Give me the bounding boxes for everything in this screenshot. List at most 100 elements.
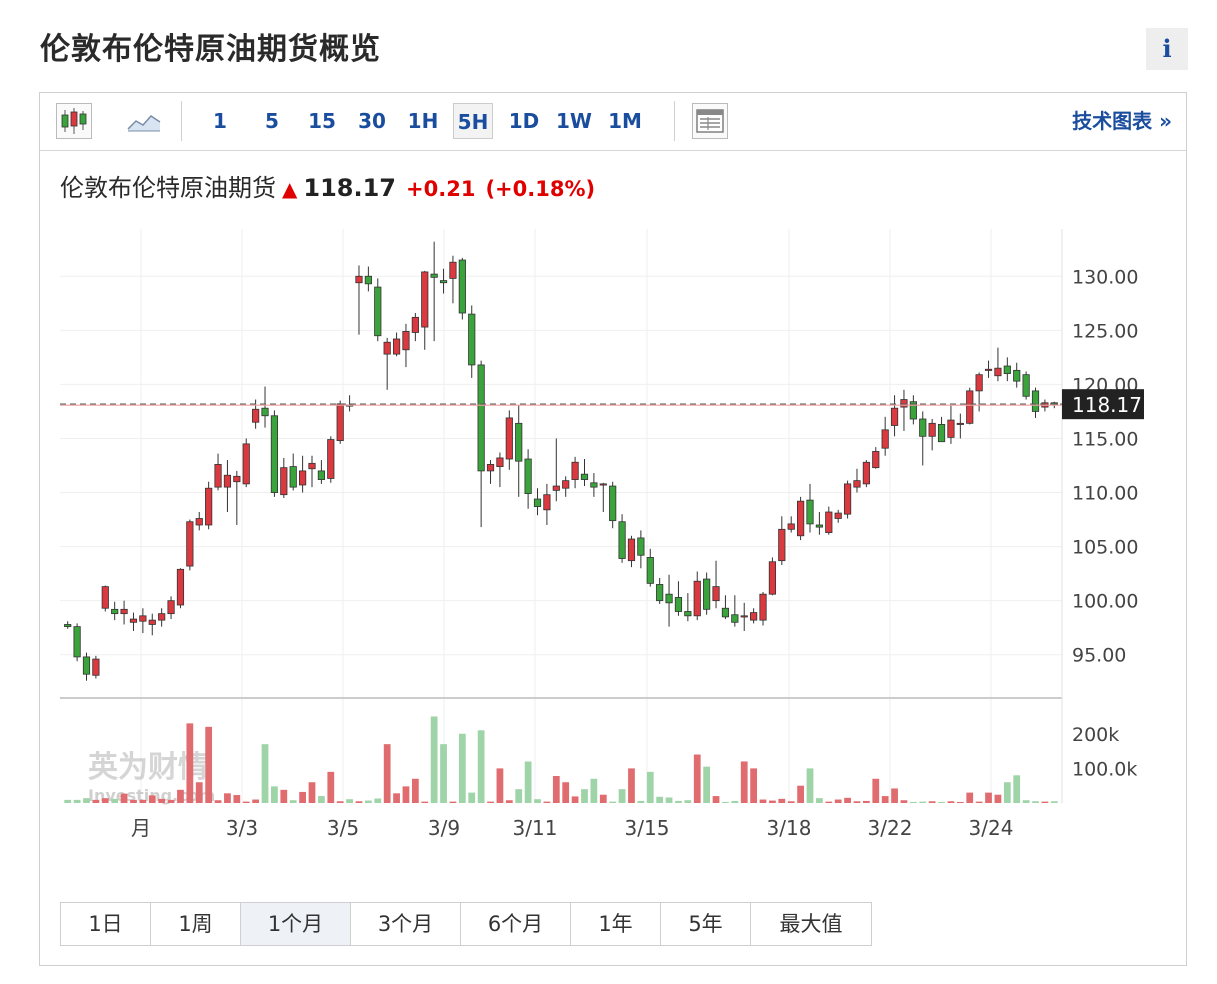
volume-bar	[1032, 801, 1039, 803]
candle-body	[890, 407, 899, 426]
candle-body	[665, 593, 673, 604]
candle-body	[937, 424, 946, 443]
volume-bar	[693, 754, 701, 803]
volume-bar	[966, 792, 974, 803]
volume-bar	[336, 801, 344, 803]
volume-bar	[599, 794, 607, 803]
range-5y[interactable]: 5年	[661, 903, 751, 945]
date-tick-label: 3/11	[513, 816, 558, 840]
range-1y[interactable]: 1年	[571, 903, 661, 945]
price-tick-label: 100.00	[1072, 591, 1138, 613]
candle-body	[834, 512, 842, 519]
volume-bar	[64, 799, 72, 803]
last-price-tag-label: 118.17	[1072, 393, 1142, 417]
candle-body	[759, 593, 767, 621]
price-tick-label: 105.00	[1072, 537, 1138, 559]
candle-body	[843, 483, 852, 515]
volume-bar	[656, 796, 664, 803]
candle-body	[881, 429, 889, 449]
range-6m[interactable]: 6个月	[461, 903, 571, 945]
range-max[interactable]: 最大值	[751, 903, 871, 945]
volume-bar	[938, 801, 945, 803]
candle-body	[947, 419, 955, 438]
candle-body	[73, 626, 81, 658]
volume-bar	[318, 796, 325, 803]
volume-bar	[167, 799, 175, 803]
price-tick-label: 125.00	[1072, 320, 1138, 342]
volume-bar	[130, 799, 137, 803]
volume-bar	[402, 786, 410, 803]
candle-body	[496, 457, 504, 467]
candle-body	[637, 537, 645, 556]
candle-body	[186, 521, 194, 567]
volume-bar	[722, 801, 729, 803]
candle-body	[571, 461, 579, 480]
candle-body	[374, 286, 382, 337]
candle-body	[477, 364, 485, 472]
volume-bar	[975, 801, 983, 803]
candle-body	[656, 584, 664, 602]
volume-bar	[421, 801, 429, 803]
volume-bar	[862, 800, 870, 803]
volume-bar	[928, 801, 936, 803]
candle-body	[599, 483, 607, 486]
range-1m[interactable]: 1个月	[241, 903, 351, 945]
volume-bar	[816, 798, 823, 803]
volume-bar	[985, 792, 992, 803]
volume-bar	[618, 789, 626, 803]
candle-body	[562, 480, 570, 489]
info-button[interactable]: i	[1146, 28, 1188, 70]
volume-bar	[233, 795, 241, 803]
volume-tick-label: 100.0k	[1072, 758, 1137, 780]
volume-bar	[205, 726, 213, 803]
volume-bar	[1003, 782, 1011, 803]
candle-body	[252, 408, 260, 423]
candle-body	[111, 608, 119, 615]
candle-body	[223, 474, 232, 488]
volume-bar	[186, 723, 194, 803]
volume-bar	[562, 782, 570, 803]
volume-bar	[703, 766, 711, 803]
candle-body	[609, 485, 617, 522]
date-tick-label: 3/24	[969, 816, 1014, 840]
candle-body	[533, 498, 542, 507]
volume-bar	[834, 799, 842, 803]
candle-body	[195, 518, 203, 526]
volume-bar	[825, 801, 833, 803]
candle-body	[148, 619, 156, 625]
volume-bar	[891, 788, 898, 803]
volume-bar	[787, 801, 795, 803]
price-tick-label: 110.00	[1072, 483, 1138, 505]
volume-bar	[364, 800, 372, 803]
volume-bar	[120, 793, 128, 803]
volume-bar	[665, 797, 673, 803]
volume-bar	[806, 768, 814, 803]
volume-bar	[778, 798, 786, 803]
date-tick-label: 月	[131, 816, 151, 840]
volume-bar	[524, 761, 532, 803]
candle-body	[618, 521, 626, 559]
range-1w[interactable]: 1周	[151, 903, 241, 945]
volume-bar	[289, 800, 297, 803]
date-tick-label: 3/22	[868, 816, 913, 840]
volume-bar	[224, 793, 231, 803]
volume-bar	[628, 768, 635, 803]
price-chart[interactable]: 英为财情Investing.com130.00125.00120.00115.0…	[40, 93, 1186, 893]
candle-body	[421, 271, 429, 328]
candle-body	[430, 273, 438, 278]
candle-body	[815, 524, 823, 528]
candle-body	[900, 399, 908, 408]
volume-bar	[1013, 775, 1021, 803]
date-tick-label: 3/3	[226, 816, 258, 840]
candle-body	[1022, 374, 1030, 397]
price-tick-label: 115.00	[1072, 428, 1138, 450]
candle-body	[646, 557, 654, 584]
volume-bar	[909, 801, 917, 803]
volume-bar	[195, 782, 203, 803]
volume-bar	[872, 778, 880, 803]
range-3m[interactable]: 3个月	[351, 903, 461, 945]
chart-widget: 1 5 15 30 1H 5H 1D 1W 1M 技术图表 » 伦敦布伦特原油期…	[39, 92, 1187, 966]
range-1d[interactable]: 1日	[61, 903, 151, 945]
candle-body	[543, 494, 551, 511]
volume-bar	[675, 800, 682, 803]
